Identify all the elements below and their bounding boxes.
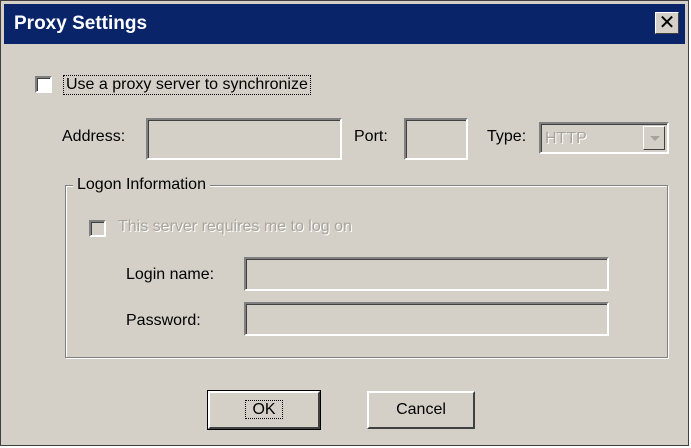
port-field[interactable]	[404, 118, 468, 160]
address-field[interactable]	[146, 118, 342, 160]
proxy-settings-dialog: Proxy Settings ✕ Use a proxy server to s…	[0, 0, 689, 446]
type-value: HTTP	[545, 130, 587, 147]
address-label: Address:	[62, 128, 126, 145]
title-bar: Proxy Settings ✕	[4, 4, 685, 44]
password-field[interactable]	[244, 302, 609, 336]
chevron-down-icon[interactable]	[643, 126, 665, 150]
close-icon: ✕	[658, 12, 676, 34]
requires-logon-checkbox[interactable]	[89, 220, 106, 237]
password-label: Password:	[126, 312, 201, 329]
login-name-label: Login name:	[126, 266, 215, 283]
cancel-button[interactable]: Cancel	[367, 391, 475, 429]
use-proxy-label[interactable]: Use a proxy server to synchronize	[63, 75, 311, 95]
requires-logon-label: This server requires me to log on	[118, 218, 352, 235]
port-label: Port:	[354, 128, 388, 145]
use-proxy-checkbox[interactable]	[35, 76, 52, 93]
type-label: Type:	[487, 128, 527, 145]
logon-group-title: Logon Information	[73, 176, 210, 194]
close-button[interactable]: ✕	[655, 12, 679, 34]
type-select[interactable]: HTTP	[539, 122, 669, 154]
ok-button[interactable]: OK	[207, 390, 321, 430]
login-name-field[interactable]	[244, 257, 609, 291]
window-title: Proxy Settings	[14, 13, 148, 34]
